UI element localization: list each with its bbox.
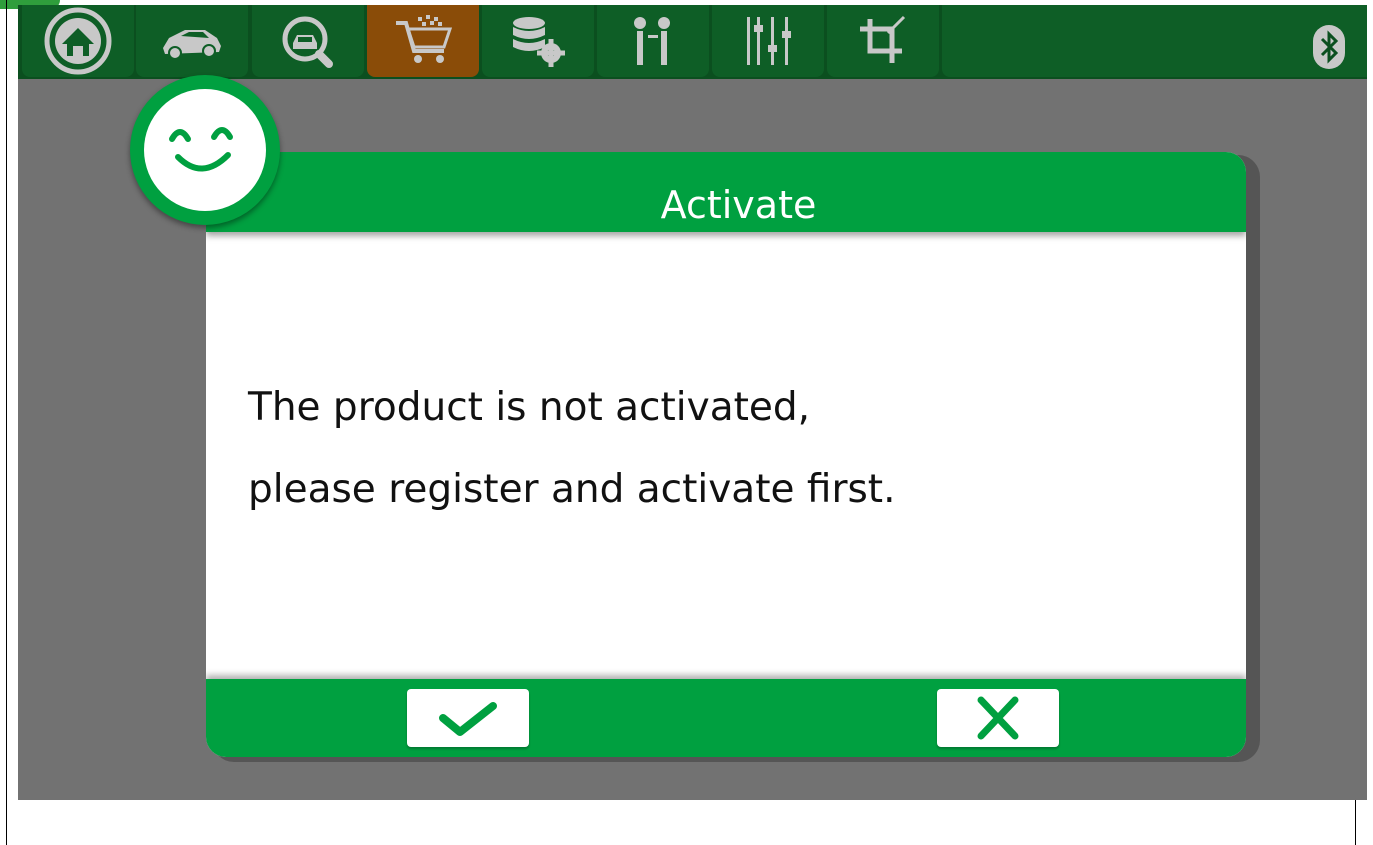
tab-vehicle[interactable]	[136, 5, 248, 77]
dialog-message-line-1: The product is not activated,	[248, 385, 811, 430]
frame-border-left	[6, 0, 7, 845]
smiley-icon	[169, 127, 233, 172]
smiley-badge	[130, 75, 280, 225]
dialog-message: The product is not activated, please reg…	[248, 367, 1148, 531]
cancel-button[interactable]	[937, 689, 1059, 747]
tab-crop[interactable]	[827, 5, 939, 77]
bluetooth-icon	[1313, 25, 1345, 69]
dialog-title: Activate	[660, 183, 817, 227]
car-search-icon	[282, 16, 333, 68]
people-icon	[634, 17, 670, 65]
activate-dialog: Activate The product is not activated, p…	[206, 152, 1246, 757]
dialog-message-line-2: please register and activate first.	[248, 467, 896, 512]
tab-diagnose[interactable]	[252, 5, 364, 77]
dialog-header: Activate	[206, 152, 1246, 232]
tab-personal[interactable]	[597, 5, 709, 77]
checkmark-icon	[439, 702, 497, 736]
tab-shop[interactable]	[367, 5, 479, 77]
close-icon	[977, 696, 1019, 740]
sliders-icon	[747, 17, 791, 65]
frame-border-right	[1355, 800, 1356, 845]
confirm-button[interactable]	[407, 689, 529, 747]
shopping-cart-icon	[396, 15, 453, 63]
database-settings-icon	[513, 17, 565, 67]
crop-icon	[860, 15, 906, 63]
tab-settings[interactable]	[712, 5, 824, 77]
tab-home[interactable]	[22, 5, 134, 77]
toolbar-status-area	[942, 5, 1367, 77]
device-screen: Activate The product is not activated, p…	[18, 5, 1367, 800]
top-toolbar	[18, 5, 1367, 79]
home-icon	[44, 7, 112, 75]
dialog-footer	[206, 679, 1246, 757]
car-icon	[163, 30, 221, 60]
tab-data-settings[interactable]	[482, 5, 594, 77]
